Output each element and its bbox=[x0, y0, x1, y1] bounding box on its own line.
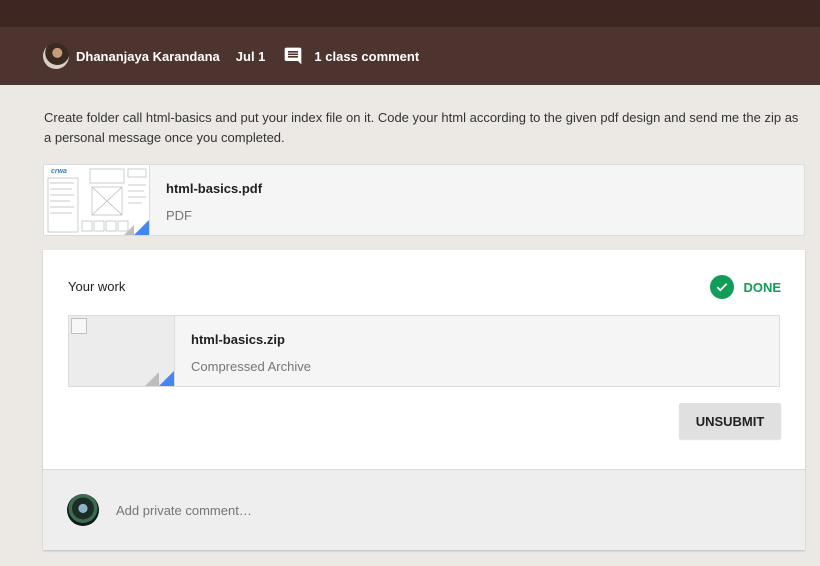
your-work-card: Your work DONE html-basics.zip Compresse… bbox=[43, 250, 805, 550]
class-comment-link[interactable]: 1 class comment bbox=[314, 49, 419, 64]
pdf-meta: html-basics.pdf PDF bbox=[150, 165, 262, 235]
pdf-file-type: PDF bbox=[166, 208, 192, 223]
top-app-bar bbox=[0, 0, 820, 27]
thumbnail-fold-shadow bbox=[145, 372, 159, 386]
thumbnail-fold-corner bbox=[159, 371, 174, 386]
thumbnail-fold-shadow bbox=[124, 225, 134, 235]
assignment-description: Create folder call html-basics and put y… bbox=[44, 110, 799, 145]
thumbnail-fold-corner bbox=[134, 220, 149, 235]
post-header: Dhananjaya Karandana Jul 1 1 class comme… bbox=[0, 27, 820, 85]
private-comment-area bbox=[43, 469, 805, 550]
private-comment-input[interactable] bbox=[116, 502, 516, 518]
check-icon bbox=[710, 275, 735, 299]
pdf-attachment[interactable]: crwa html-basics.pdf PDF bbox=[43, 164, 805, 236]
comment-icon[interactable] bbox=[283, 46, 303, 66]
zip-file-type: Compressed Archive bbox=[191, 359, 311, 374]
unsubmit-button[interactable]: UNSUBMIT bbox=[679, 403, 781, 439]
pdf-file-name[interactable]: html-basics.pdf bbox=[166, 181, 262, 196]
zip-meta: html-basics.zip Compressed Archive bbox=[175, 316, 311, 386]
zip-thumbnail bbox=[69, 316, 175, 386]
pdf-thumbnail: crwa bbox=[44, 165, 150, 235]
zip-file-name[interactable]: html-basics.zip bbox=[191, 332, 311, 347]
your-work-title: Your work bbox=[68, 279, 126, 294]
user-avatar bbox=[67, 494, 99, 526]
author-avatar[interactable] bbox=[43, 43, 69, 69]
broken-image-icon bbox=[71, 318, 87, 334]
done-status: DONE bbox=[710, 275, 781, 299]
done-label: DONE bbox=[743, 279, 781, 295]
author-name[interactable]: Dhananjaya Karandana bbox=[76, 49, 220, 64]
post-date: Jul 1 bbox=[235, 48, 266, 64]
zip-attachment[interactable]: html-basics.zip Compressed Archive bbox=[68, 315, 780, 387]
